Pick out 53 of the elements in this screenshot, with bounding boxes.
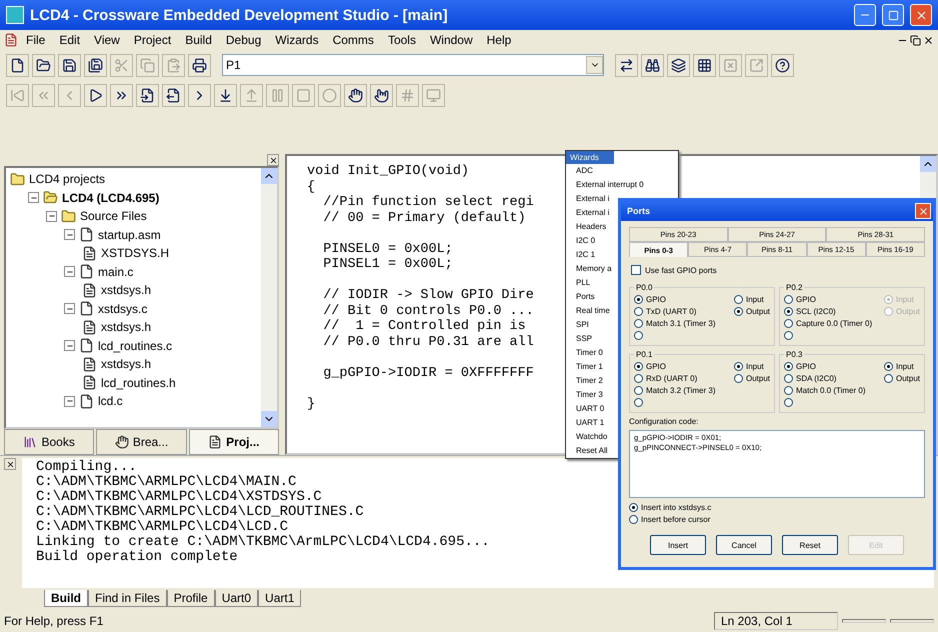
radio-label: Match 0.0 (Timer 0) xyxy=(796,386,866,395)
radio-label: Output xyxy=(746,307,770,316)
radio-label: Output xyxy=(896,307,920,316)
radio-label: Capture 0.0 (Timer 0) xyxy=(796,319,872,328)
group-title: P0.3 xyxy=(785,350,804,359)
code-line: g_pGPIO->IODIR = 0XFFFFFFF xyxy=(322,366,534,381)
log-line: C:\ADM\TKBMC\ARMLPC\LCD4\XSTDSYS.C xyxy=(36,490,322,505)
radio-label: Match 3.2 (Timer 3) xyxy=(646,386,716,395)
code-line: PINSEL0 = 0x00L; xyxy=(322,242,453,257)
code-line: // IODIR -> Slow GPIO Dire xyxy=(322,288,534,304)
radio-label: GPIO xyxy=(796,362,816,371)
group-title: P0.2 xyxy=(785,283,804,292)
log-line: C:\ADM\TKBMC\ARMLPC\LCD4\MAIN.C xyxy=(36,475,296,490)
radio-label: Output xyxy=(746,374,770,383)
radio-label: Input xyxy=(896,362,914,371)
group-title: P0.1 xyxy=(635,350,654,359)
window-title: LCD4 - Crossware Embedded Development Studio - [main] xyxy=(30,6,449,24)
code-line: } xyxy=(307,396,316,412)
code-line: // Bit 0 controls P0.0 ... xyxy=(322,304,534,319)
group-title: P0.0 xyxy=(635,283,654,292)
field-label: Configuration code: xyxy=(629,417,700,426)
radio-label: GPIO xyxy=(646,295,666,304)
code-line: // P0.0 thru P0.31 are all xyxy=(322,334,534,350)
radio-label: Input xyxy=(746,362,764,371)
code-line: // 1 = Controlled pin is xyxy=(322,319,526,334)
radio-label: Insert before cursor xyxy=(641,515,710,524)
log-line: Linking to create C:\ADM\TKBMC\ArmLPC\LCD4\LCD4.695... xyxy=(36,535,490,550)
log-line: Compiling... xyxy=(36,460,137,475)
log-line: C:\ADM\TKBMC\ARMLPC\LCD4\LCD.C xyxy=(36,520,288,535)
checkbox-label: Use fast GPIO ports xyxy=(645,266,717,274)
radio-label: Match 3.1 (Timer 3) xyxy=(646,319,716,328)
radio-label: SCL (I2C0) xyxy=(796,307,836,316)
radio-label: Output xyxy=(896,374,920,383)
cursor-position: Ln 203, Col 1 xyxy=(714,612,838,630)
radio-label: SDA (I2C0) xyxy=(796,374,836,383)
log-line: Build operation complete xyxy=(36,550,238,565)
code-line: // 00 = Primary (default) xyxy=(322,210,526,226)
radio-label: TxD (UART 0) xyxy=(646,307,696,316)
code-line: void Init_GPIO(void) xyxy=(307,164,470,180)
radio-label: Input xyxy=(896,295,914,304)
radio-label: RxD (UART 0) xyxy=(646,374,698,383)
dropdown-value: P1 xyxy=(225,58,242,72)
radio-label: Input xyxy=(746,295,764,304)
menu-title: Wizards xyxy=(566,151,614,164)
radio-label: Insert into xstdsys.c xyxy=(641,503,712,512)
code-line: PINSEL1 = 0x00L; xyxy=(322,257,453,272)
code-line: //Pin function select regi xyxy=(322,195,534,210)
dialog-title: Ports xyxy=(627,206,650,216)
log-line: C:\ADM\TKBMC\ARMLPC\LCD4\LCD_ROUTINES.C xyxy=(36,505,364,520)
code-line: { xyxy=(307,180,316,195)
radio-label: GPIO xyxy=(646,362,666,371)
radio-label: GPIO xyxy=(796,295,816,304)
status-message: For Help, press F1 xyxy=(4,614,104,628)
